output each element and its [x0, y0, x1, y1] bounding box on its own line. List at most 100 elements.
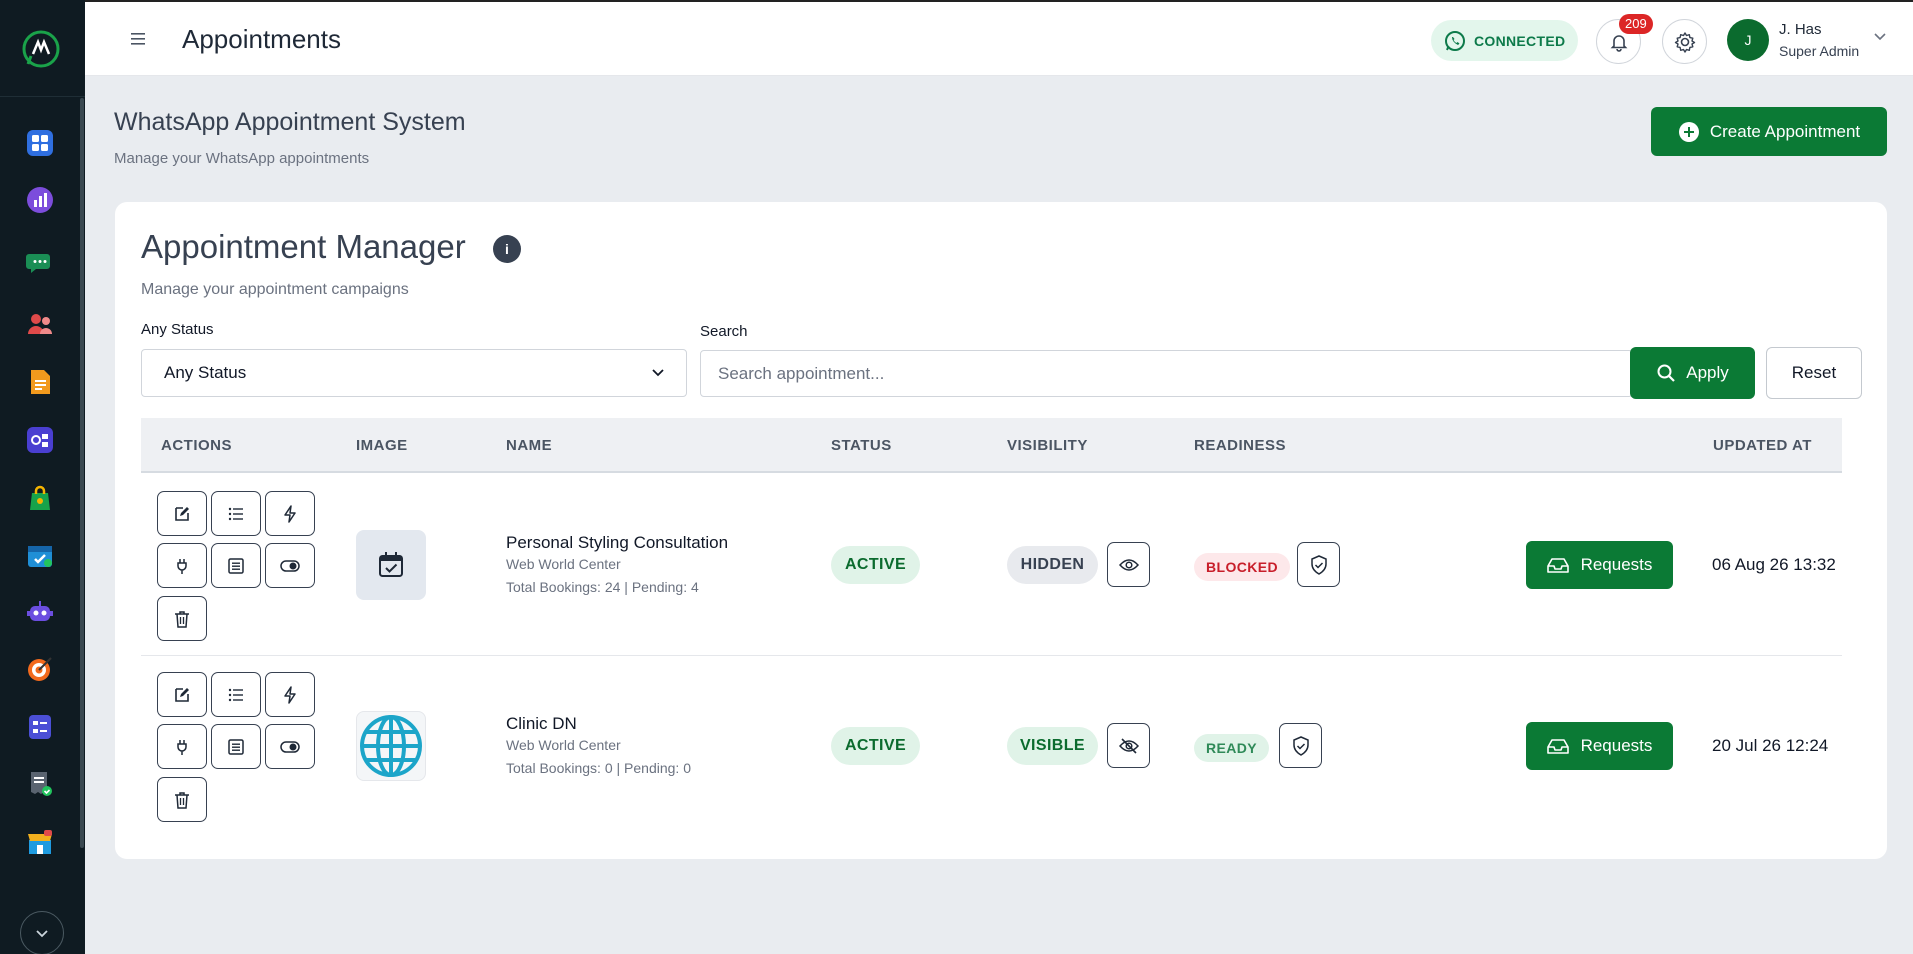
chat-icon[interactable]: [24, 248, 56, 280]
edit-button[interactable]: [157, 672, 207, 717]
readiness-check-button[interactable]: [1279, 723, 1322, 768]
appointment-org: Web World Center: [506, 556, 621, 572]
shield-check-icon: [1292, 735, 1309, 756]
eye-off-icon: [1118, 737, 1139, 754]
appointment-name[interactable]: Clinic DN: [506, 714, 577, 734]
updated-at: 06 Aug 26 13:32: [1712, 555, 1836, 574]
chevron-down-icon: [36, 930, 48, 938]
visibility-badge: HIDDEN: [1007, 546, 1098, 584]
page-heading: WhatsApp Appointment System: [114, 108, 466, 136]
top-bar: Appointments CONNECTED 209 J J. Has Supe…: [85, 0, 1913, 76]
chevron-down-icon[interactable]: [1873, 32, 1887, 42]
table-row: Clinic DN Web World Center Total Booking…: [141, 656, 1842, 837]
column-header-actions: ACTIONS: [161, 437, 232, 454]
edit-icon: [175, 506, 189, 521]
appointment-stats: Total Bookings: 0 | Pending: 0: [506, 760, 691, 776]
readiness-check-button[interactable]: [1297, 542, 1340, 587]
settings-button[interactable]: [1662, 19, 1707, 64]
status-filter-label: Any Status: [141, 321, 214, 338]
requests-label: Requests: [1580, 736, 1653, 755]
app-logo[interactable]: [20, 28, 62, 70]
notifications-button[interactable]: 209: [1596, 14, 1653, 64]
search-icon: [1657, 364, 1676, 382]
status-badge: ACTIVE: [831, 727, 920, 765]
toggle-visibility-button[interactable]: [1107, 542, 1150, 587]
column-header-image: IMAGE: [356, 437, 408, 454]
toggle-button[interactable]: [265, 724, 315, 769]
dashboard-icon[interactable]: [24, 127, 56, 159]
campaign-target-icon[interactable]: [24, 653, 56, 685]
create-appointment-button[interactable]: Create Appointment: [1651, 107, 1887, 156]
templates-icon[interactable]: [24, 366, 56, 398]
document-icon: [228, 557, 244, 574]
column-header-visibility: VISIBILITY: [1007, 437, 1088, 454]
whatsapp-icon: [1445, 30, 1465, 51]
sidebar-expand-button[interactable]: [20, 911, 64, 954]
lightning-icon: [284, 685, 296, 704]
toggle-visibility-button[interactable]: [1107, 723, 1150, 768]
invoice-icon[interactable]: [24, 768, 56, 800]
reset-button[interactable]: Reset: [1766, 347, 1862, 399]
connection-status-badge[interactable]: CONNECTED: [1431, 20, 1578, 61]
details-button[interactable]: [211, 543, 261, 588]
trash-icon: [175, 791, 189, 809]
card-subtitle: Manage your appointment campaigns: [141, 281, 409, 298]
plus-circle-icon: [1678, 121, 1699, 142]
requests-label: Requests: [1580, 555, 1653, 574]
appointments-icon[interactable]: [24, 539, 56, 571]
bot-icon[interactable]: [24, 596, 56, 628]
avatar[interactable]: J: [1727, 19, 1769, 61]
column-header-name: NAME: [506, 437, 553, 454]
integration-button[interactable]: [157, 724, 207, 769]
appointment-name[interactable]: Personal Styling Consultation: [506, 533, 728, 553]
search-input[interactable]: [700, 350, 1633, 397]
table-row: Personal Styling Consultation Web World …: [141, 475, 1842, 656]
readiness-badge: READY: [1194, 734, 1270, 762]
list-button[interactable]: [211, 672, 261, 717]
requests-button[interactable]: Requests: [1526, 541, 1673, 589]
appointment-image: [356, 530, 426, 600]
delete-button[interactable]: [157, 596, 207, 641]
gear-icon: [1674, 31, 1695, 53]
column-header-status: STATUS: [831, 437, 892, 454]
updated-at: 20 Jul 26 12:24: [1712, 736, 1829, 755]
plug-icon: [177, 739, 187, 755]
apply-label: Apply: [1686, 363, 1729, 382]
inbox-icon: [1546, 558, 1569, 573]
delete-button[interactable]: [157, 777, 207, 822]
shield-check-icon: [1310, 554, 1327, 575]
store-icon[interactable]: [24, 482, 56, 514]
page-title: Appointments: [182, 24, 341, 54]
shop-icon[interactable]: [24, 826, 56, 858]
info-icon[interactable]: i: [493, 235, 521, 263]
edit-button[interactable]: [157, 491, 207, 536]
create-appointment-label: Create Appointment: [1709, 121, 1861, 141]
edit-icon: [175, 687, 189, 702]
toggle-icon: [280, 740, 300, 753]
automation-button[interactable]: [265, 672, 315, 717]
analytics-icon[interactable]: [24, 184, 56, 216]
sidebar-divider: [0, 96, 85, 97]
sidebar-scrollbar[interactable]: [80, 98, 84, 848]
list-button[interactable]: [211, 491, 261, 536]
toggle-button[interactable]: [265, 543, 315, 588]
automation-button[interactable]: [265, 491, 315, 536]
user-name[interactable]: J. Has: [1779, 21, 1822, 38]
details-button[interactable]: [211, 724, 261, 769]
forms-icon[interactable]: [24, 711, 56, 743]
toggle-icon: [280, 559, 300, 572]
status-filter-select[interactable]: Any Status: [141, 349, 687, 397]
integration-button[interactable]: [157, 543, 207, 588]
column-header-updated-at: UPDATED AT: [1713, 437, 1812, 454]
contacts-icon[interactable]: [24, 308, 56, 340]
calendar-check-icon: [379, 552, 403, 577]
flows-icon[interactable]: [24, 424, 56, 456]
apply-button[interactable]: Apply: [1630, 347, 1755, 399]
user-role: Super Admin: [1779, 43, 1860, 59]
menu-toggle-icon[interactable]: [129, 29, 149, 49]
appointment-org: Web World Center: [506, 737, 621, 753]
appointment-stats: Total Bookings: 24 | Pending: 4: [506, 579, 699, 595]
list-icon: [228, 688, 243, 701]
requests-button[interactable]: Requests: [1526, 722, 1673, 770]
status-filter-value: Any Status: [164, 363, 247, 382]
